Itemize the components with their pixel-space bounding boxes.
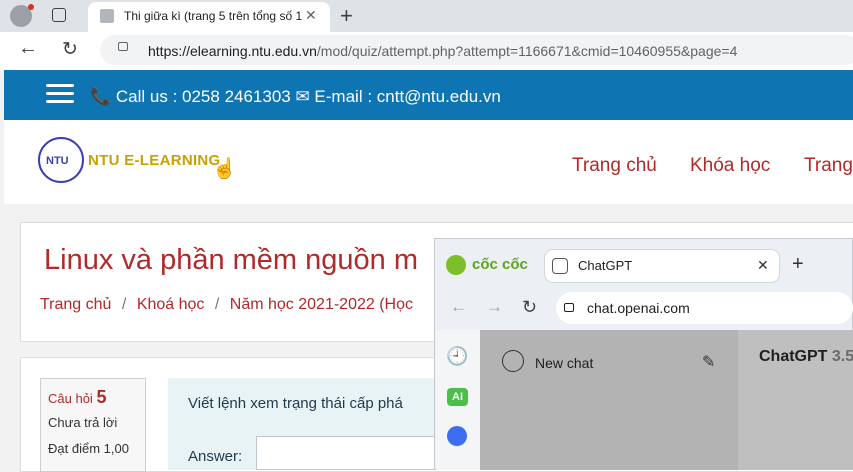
url-path: /mod/quiz/attempt.php?attempt=1166671&cm… xyxy=(316,43,738,59)
overlay-url-text[interactable]: chat.openai.com xyxy=(587,300,690,316)
logo-text[interactable]: NTU E-LEARNING xyxy=(88,152,221,169)
breadcrumb-home[interactable]: Trang chủ xyxy=(40,296,111,313)
overlay-forward-icon[interactable]: → xyxy=(486,297,503,317)
history-icon[interactable]: 🕘 xyxy=(446,346,468,367)
logo-initials: NTU xyxy=(46,155,69,167)
pointing-hand-icon: ☝ xyxy=(212,158,237,180)
overlay-tab-close-icon[interactable]: ✕ xyxy=(757,257,769,274)
new-tab-button[interactable]: + xyxy=(340,3,353,29)
ai-assistant-icon[interactable]: AI xyxy=(447,388,468,406)
question-text: Viết lệnh xem trạng thái cấp phá xyxy=(188,395,403,412)
overlay-tab-title[interactable]: ChatGPT xyxy=(578,258,632,273)
question-points: Đạt điểm 1,00 xyxy=(48,441,129,456)
question-number-value: 5 xyxy=(96,387,107,407)
nav-page[interactable]: Trang xyxy=(804,155,853,177)
tab-favicon-icon xyxy=(100,9,114,23)
openai-logo-icon[interactable] xyxy=(502,350,524,372)
question-status: Chưa trả lời xyxy=(48,415,118,430)
overlay-reload-icon[interactable]: ↻ xyxy=(522,297,537,318)
course-title: Linux và phần mềm nguồn m xyxy=(44,244,418,276)
question-number: Câu hỏi 5 xyxy=(48,387,106,408)
edit-icon[interactable]: ✎ xyxy=(702,352,715,372)
model-selector[interactable]: ChatGPT 3.5 xyxy=(759,348,853,366)
answer-label: Answer: xyxy=(188,448,243,465)
lock-icon[interactable] xyxy=(118,42,128,51)
chatgpt-favicon-icon xyxy=(552,258,568,274)
breadcrumb-separator: / xyxy=(214,296,220,313)
tab-close-icon[interactable]: ✕ xyxy=(305,7,317,24)
breadcrumb-year[interactable]: Năm học 2021-2022 (Học xyxy=(230,296,413,313)
nav-courses[interactable]: Khóa học xyxy=(690,155,770,177)
contact-info: 📞 Call us : 0258 2461303 ✉ E-mail : cntt… xyxy=(90,87,501,106)
overlay-back-icon[interactable]: ← xyxy=(450,297,467,317)
coccoc-brand: cốc cốc xyxy=(472,256,528,273)
new-chat-button[interactable]: New chat xyxy=(535,355,593,371)
model-version: 3.5 xyxy=(831,348,853,365)
breadcrumb-separator: / xyxy=(121,296,127,313)
overlay-new-tab-button[interactable]: + xyxy=(792,253,804,276)
overlay-lock-icon[interactable] xyxy=(564,303,574,312)
question-label: Câu hỏi xyxy=(48,391,93,406)
breadcrumb: Trang chủ / Khoá học / Năm học 2021-2022… xyxy=(40,296,413,314)
reload-icon[interactable]: ↻ xyxy=(62,38,78,61)
model-name: ChatGPT xyxy=(759,348,828,365)
coccoc-logo-icon xyxy=(446,255,466,275)
url-host: https://elearning.ntu.edu.vn xyxy=(148,43,317,59)
back-arrow-icon[interactable]: ← xyxy=(18,37,38,60)
tab-actions-icon[interactable] xyxy=(52,8,66,22)
menu-hamburger-icon[interactable] xyxy=(46,84,74,104)
profile-notification-dot xyxy=(28,4,34,10)
breadcrumb-courses[interactable]: Khoá học xyxy=(137,296,205,313)
tab-title[interactable]: Thi giữa kì (trang 5 trên tổng số 1 xyxy=(124,9,304,23)
url-text[interactable]: https://elearning.ntu.edu.vn/mod/quiz/at… xyxy=(148,43,737,59)
answer-input[interactable] xyxy=(256,436,456,470)
nav-home[interactable]: Trang chủ xyxy=(572,155,657,177)
messenger-icon[interactable] xyxy=(447,426,467,446)
